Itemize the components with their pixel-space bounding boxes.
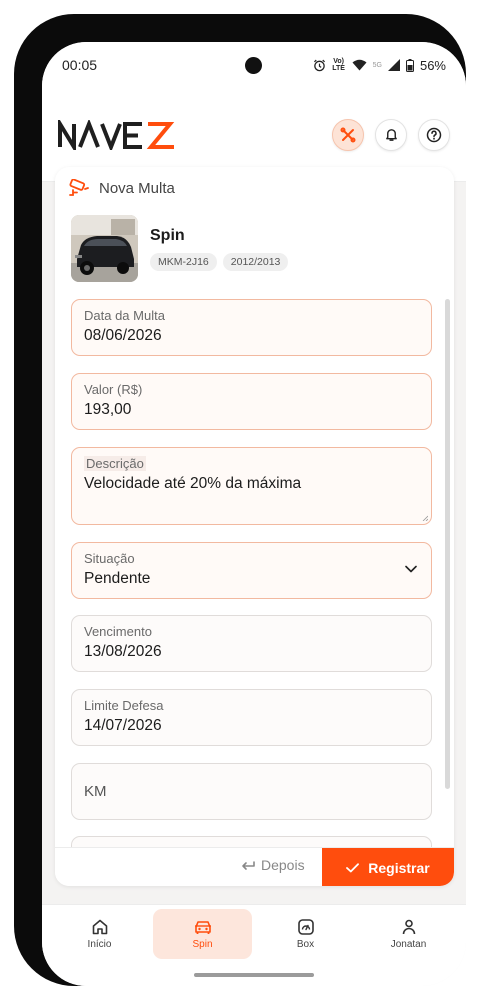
help-button[interactable] [418,118,450,151]
fine-date-field[interactable]: Data da Multa 08/06/2026 [71,299,432,356]
vehicle-name: Spin [150,227,185,244]
user-icon [402,919,415,935]
resize-handle-icon[interactable] [422,515,428,521]
card-footer: Depois Registrar [55,847,454,886]
wifi-icon [352,59,367,71]
nav-box-label: Box [296,939,315,950]
fine-amount-field[interactable]: Valor (R$) 193,00 [71,373,432,430]
undo-icon [242,861,255,870]
navez-logo[interactable] [58,119,182,150]
vehicle-photo [71,215,138,282]
nav-vehicle-label: Spin [192,939,213,950]
status-value[interactable]: Pendente [84,570,419,588]
due-date-field[interactable]: Vencimento 13/08/2026 [71,615,432,672]
home-indicator[interactable] [194,973,314,977]
signal-icon [387,59,400,71]
traffic-camera-icon [69,179,89,196]
volte-indicator: Vo) LTE [332,58,345,72]
fine-amount-value[interactable]: 193,00 [84,401,419,419]
nav-box[interactable]: Box [256,909,355,959]
description-field[interactable]: Descrição Velocidade até 20% da máxima [71,447,432,525]
chevron-down-icon[interactable] [405,565,417,573]
phone-frame: 00:05 Vo) LTE 5G 56% Nova Multa Spin MKM… [14,14,466,986]
tools-button[interactable] [332,118,364,151]
later-label: Depois [261,857,305,873]
defense-limit-value[interactable]: 14/07/2026 [84,717,419,735]
km-field[interactable]: KM [71,763,432,820]
tools-icon [340,127,356,142]
plate-chip: MKM-2J16 [150,253,217,271]
status-select[interactable]: Situação Pendente [71,542,432,599]
later-button[interactable]: Depois [241,857,305,873]
nav-profile[interactable]: Jonatan [359,909,458,959]
check-icon [346,862,360,872]
nav-profile-label: Jonatan [390,939,427,950]
card-title: Nova Multa [69,179,175,197]
home-icon [92,919,107,935]
due-date-label: Vencimento [84,624,152,639]
fine-date-value[interactable]: 08/06/2026 [84,327,419,345]
due-date-value[interactable]: 13/08/2026 [84,643,419,661]
notifications-button[interactable] [375,118,407,151]
help-icon [426,127,442,142]
car-icon [194,921,211,934]
card-title-text: Nova Multa [99,179,175,197]
vehicle-chips: MKM-2J16 2012/2013 [150,253,289,271]
nav-home[interactable]: Início [50,909,149,959]
new-fine-card: Nova Multa Spin MKM-2J16 2012/2013 Data … [55,167,454,886]
register-label: Registrar [368,859,430,876]
vehicle-summary: Spin MKM-2J16 2012/2013 [71,215,289,282]
battery-level: 56% [419,57,446,73]
battery-icon [405,58,414,72]
gauge-icon [297,919,314,935]
description-value[interactable]: Velocidade até 20% da máxima [84,475,419,493]
alarm-icon [313,59,326,72]
description-label: Descrição [84,456,146,471]
defense-limit-label: Limite Defesa [84,698,164,713]
status-icons: Vo) LTE 5G 56% [313,58,446,73]
fine-date-label: Data da Multa [84,308,165,323]
screen: 00:05 Vo) LTE 5G 56% Nova Multa Spin MKM… [42,42,466,986]
year-chip: 2012/2013 [222,253,289,271]
defense-limit-field[interactable]: Limite Defesa 14/07/2026 [71,689,432,746]
fine-amount-label: Valor (R$) [84,382,143,397]
header-actions [332,118,450,151]
km-placeholder: KM [84,783,107,800]
network-5g: 5G [372,61,382,69]
nav-vehicle[interactable]: Spin [153,909,252,959]
status-label: Situação [84,551,135,566]
nav-home-label: Início [87,939,112,950]
vehicle-info: Spin MKM-2J16 2012/2013 [150,215,289,271]
front-camera [245,57,262,74]
register-button[interactable]: Registrar [322,848,454,886]
scrollbar[interactable] [445,299,450,789]
status-time: 00:05 [62,57,98,73]
bell-icon [385,129,397,141]
